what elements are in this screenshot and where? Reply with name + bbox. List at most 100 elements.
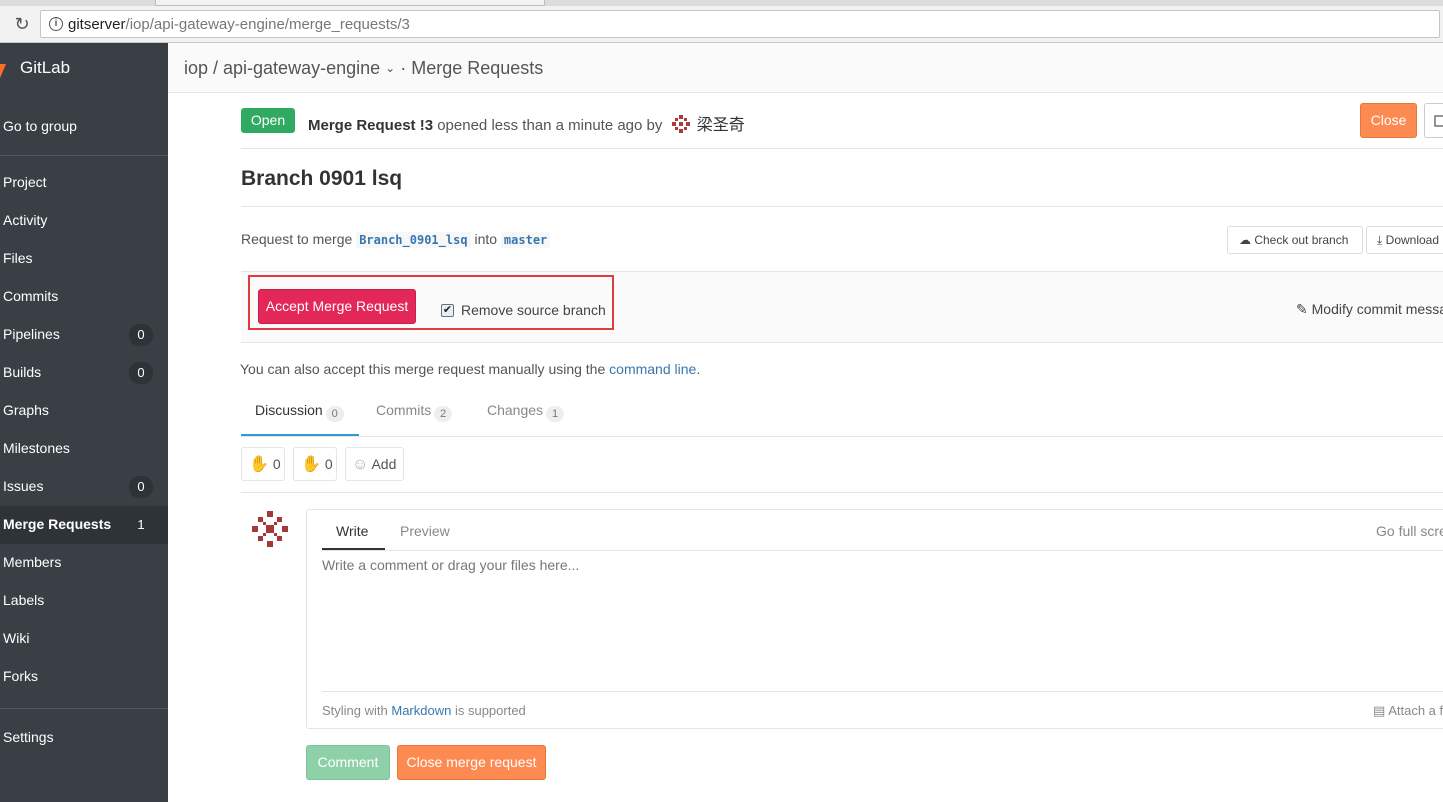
tab-write[interactable]: Write (336, 523, 368, 539)
active-tab-indicator (322, 548, 385, 550)
manual-text: You can also accept this merge request m… (240, 361, 606, 377)
check-out-branch-button[interactable]: ☁ Check out branch (1227, 226, 1363, 254)
source-branch[interactable]: Branch_0901_lsq (356, 232, 471, 248)
add-emoji-label: Add (371, 456, 397, 472)
sidebar-item-wiki[interactable]: Wiki (0, 620, 168, 658)
command-line-link[interactable]: command line (609, 361, 696, 377)
breadcrumb-project[interactable]: iop / api-gateway-engine (184, 58, 380, 78)
thumbs-up-icon: ✋ (249, 456, 269, 473)
mr-tabs: Discussion 0 Commits 2 Changes 1 (241, 389, 1443, 437)
edit-mr-button[interactable] (1424, 103, 1443, 138)
merge-widget: Accept Merge Request ✔ Remove source bra… (241, 271, 1443, 343)
tab-discussion[interactable]: Discussion 0 (255, 402, 344, 422)
sidebar-item-milestones[interactable]: Milestones (0, 430, 168, 468)
author-name[interactable]: 梁圣奇 (697, 117, 745, 134)
mr-opened-text: opened less than a minute ago by (437, 117, 663, 134)
reload-icon[interactable]: ↻ (12, 14, 32, 34)
attach-label: Attach a file (1388, 703, 1443, 718)
check-out-branch-label: Check out branch (1254, 233, 1349, 247)
go-to-group-link[interactable]: Go to group (3, 118, 77, 134)
sidebar-item-merge-requests[interactable]: Merge Requests 1 (0, 506, 168, 544)
md-suffix: is supported (454, 703, 526, 718)
tab-commits[interactable]: Commits 2 (376, 402, 453, 422)
sidebar-item-forks[interactable]: Forks (0, 658, 168, 696)
modify-commit-message-link[interactable]: ✎ Modify commit message (1296, 301, 1443, 318)
active-tab-indicator (241, 434, 359, 436)
current-user-avatar[interactable] (251, 510, 289, 548)
thumbs-down-icon: ✋ (301, 456, 321, 473)
sidebar-item-files[interactable]: Files (0, 240, 168, 278)
sidebar-item-count: 0 (129, 362, 153, 384)
thumbs-up-button[interactable]: ✋ 0 (241, 447, 285, 481)
tab-label: Discussion (255, 402, 323, 418)
thumbs-down-button[interactable]: ✋ 0 (293, 447, 337, 481)
sidebar-item-settings[interactable]: Settings (0, 719, 168, 757)
main-content: Open Merge Request !3 opened less than a… (168, 93, 1443, 802)
sidebar-divider (0, 708, 168, 709)
tab-count: 2 (434, 406, 453, 422)
target-branch[interactable]: master (500, 232, 551, 248)
tab-label: Commits (376, 402, 432, 418)
sidebar: GitLab Go to group Project Activity Files C… (0, 43, 168, 802)
go-full-screen-link[interactable]: Go full screen (1376, 523, 1443, 539)
sidebar-item-label: Merge Requests (3, 516, 112, 532)
add-emoji-button[interactable]: ☺ Add (345, 447, 404, 481)
markdown-link[interactable]: Markdown (391, 703, 451, 718)
tab-preview[interactable]: Preview (400, 523, 450, 539)
author-avatar[interactable] (671, 114, 691, 134)
thumbs-up-count: 0 (272, 456, 281, 472)
sidebar-item-label: Forks (3, 668, 38, 684)
request-prefix: Request to merge (241, 231, 353, 247)
download-button[interactable]: ⤓ Download (1366, 226, 1443, 254)
sidebar-item-label: Files (3, 250, 33, 266)
sidebar-item-label: Activity (3, 212, 48, 228)
md-prefix: Styling with (322, 703, 388, 718)
url-path: /iop/api-gateway-engine/merge_requests/3 (125, 16, 410, 33)
sidebar-item-label: Wiki (3, 630, 30, 646)
sidebar-item-commits[interactable]: Commits (0, 278, 168, 316)
url-text[interactable]: gitserver/iop/api-gateway-engine/merge_r… (68, 16, 410, 33)
comment-textarea[interactable] (322, 557, 1432, 683)
chevron-down-icon[interactable]: ⌄ (385, 61, 395, 75)
sidebar-item-label: Project (3, 174, 47, 190)
gitlab-logo-icon (0, 64, 6, 78)
tab-count: 0 (325, 406, 344, 422)
tab-count: 1 (546, 406, 565, 422)
comment-button[interactable]: Comment (306, 745, 390, 780)
url-host: gitserver (68, 16, 126, 33)
sidebar-item-pipelines[interactable]: Pipelines 0 (0, 316, 168, 354)
address-bar[interactable]: i gitserver/iop/api-gateway-engine/merge… (40, 10, 1440, 38)
divider (322, 550, 1443, 551)
manual-end: . (696, 361, 701, 377)
remove-source-branch-checkbox[interactable]: ✔ (441, 304, 454, 317)
sidebar-item-builds[interactable]: Builds 0 (0, 354, 168, 392)
sidebar-item-members[interactable]: Members (0, 544, 168, 582)
cloud-download-icon: ☁ (1239, 233, 1251, 247)
into-text: into (474, 231, 498, 247)
sidebar-item-labels[interactable]: Labels (0, 582, 168, 620)
mr-meta: Merge Request !3 opened less than a minu… (308, 111, 745, 135)
sidebar-item-label: Settings (3, 729, 54, 745)
divider (241, 148, 1443, 149)
close-merge-request-button[interactable]: Close merge request (397, 745, 546, 780)
sidebar-item-label: Labels (3, 592, 45, 608)
markdown-hint: Styling with Markdown is supported (322, 703, 526, 718)
close-mr-button[interactable]: Close (1360, 103, 1417, 138)
info-icon[interactable]: i (49, 17, 63, 31)
tab-changes[interactable]: Changes 1 (487, 402, 565, 422)
sidebar-item-issues[interactable]: Issues 0 (0, 468, 168, 506)
divider (322, 691, 1443, 692)
sidebar-item-label: Members (3, 554, 62, 570)
mr-title: Branch 0901 lsq (241, 167, 403, 190)
divider (241, 492, 1443, 493)
manual-merge-hint: You can also accept this merge request m… (240, 361, 700, 377)
sidebar-item-project[interactable]: Project (0, 164, 168, 202)
brand[interactable]: GitLab (0, 43, 168, 95)
accept-merge-request-button[interactable]: Accept Merge Request (258, 289, 416, 324)
attach-file-button[interactable]: ▤ Attach a file (1373, 703, 1443, 719)
remove-source-branch-label[interactable]: Remove source branch (461, 302, 606, 318)
edit-icon: ✎ (1296, 301, 1308, 317)
sidebar-item-graphs[interactable]: Graphs (0, 392, 168, 430)
sidebar-item-label: Milestones (3, 440, 70, 456)
sidebar-item-activity[interactable]: Activity (0, 202, 168, 240)
